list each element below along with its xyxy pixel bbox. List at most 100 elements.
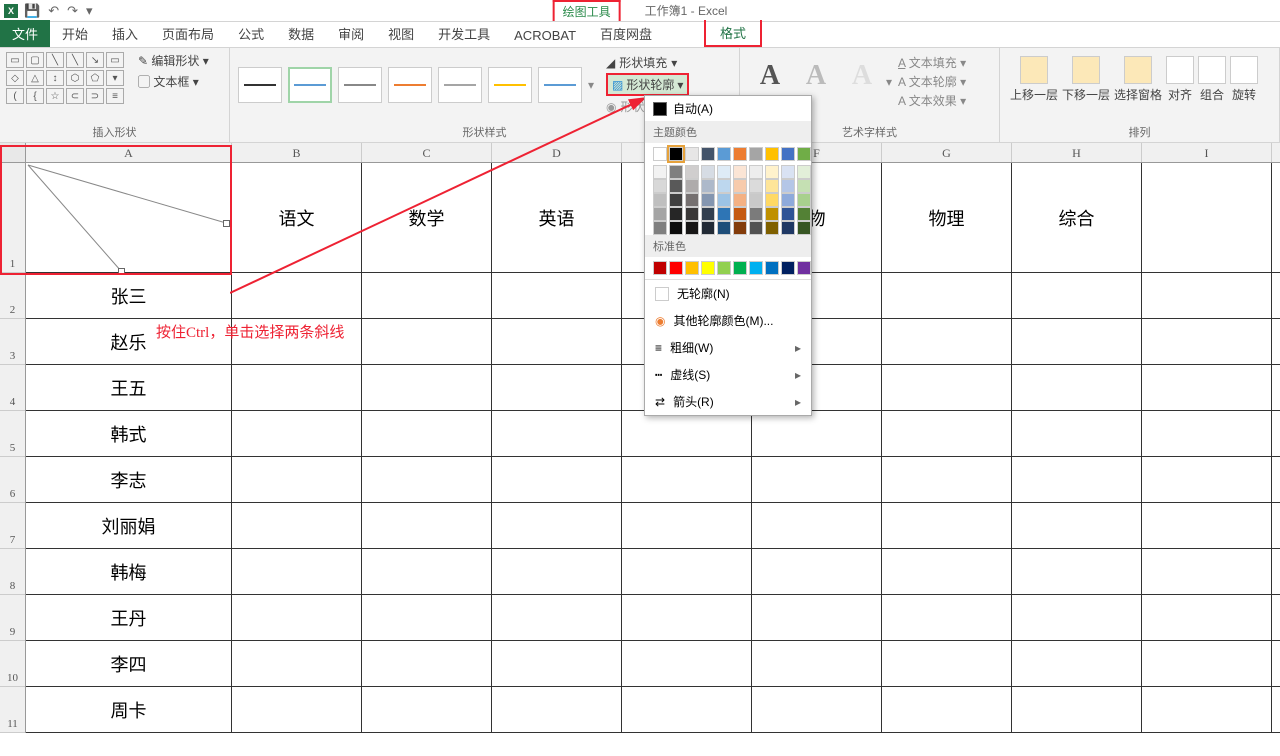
qat-save[interactable]: 💾: [24, 3, 40, 19]
cell[interactable]: [752, 503, 882, 548]
color-swatch[interactable]: [797, 147, 811, 161]
cell[interactable]: [232, 549, 362, 594]
color-swatch[interactable]: [781, 147, 795, 161]
color-swatch[interactable]: [797, 179, 811, 193]
cell[interactable]: 物理: [882, 163, 1012, 272]
text-box-btn[interactable]: ▢ 文本框 ▾: [138, 73, 209, 90]
color-swatch[interactable]: [701, 207, 715, 221]
color-swatch[interactable]: [797, 165, 811, 179]
color-swatch[interactable]: [717, 221, 731, 235]
bring-forward-btn[interactable]: 上移一层: [1010, 56, 1058, 103]
group-btn[interactable]: 组合: [1198, 56, 1226, 103]
cell[interactable]: [492, 641, 622, 686]
cell[interactable]: [752, 457, 882, 502]
color-swatch[interactable]: [669, 261, 683, 275]
cell[interactable]: 综合: [1012, 163, 1142, 272]
color-swatch[interactable]: [781, 165, 795, 179]
cell[interactable]: [622, 687, 752, 732]
row-header-6[interactable]: 6: [0, 457, 25, 503]
color-swatch[interactable]: [701, 165, 715, 179]
cell[interactable]: [492, 319, 622, 364]
shape-gallery[interactable]: ▭▢╲╲↘▭ ◇△↕⬡⬠▾ ({☆⊂⊃≡: [6, 52, 124, 104]
tab-开发工具[interactable]: 开发工具: [426, 20, 502, 47]
cell[interactable]: [882, 549, 1012, 594]
row-header-5[interactable]: 5: [0, 411, 25, 457]
cell[interactable]: [752, 411, 882, 456]
color-swatch[interactable]: [733, 165, 747, 179]
cell[interactable]: 韩式: [26, 411, 232, 456]
color-swatch[interactable]: [749, 165, 763, 179]
cell[interactable]: [1012, 457, 1142, 502]
color-swatch[interactable]: [797, 221, 811, 235]
cell[interactable]: 李志: [26, 457, 232, 502]
col-header-I[interactable]: I: [1142, 143, 1272, 162]
color-swatch[interactable]: [685, 165, 699, 179]
cell[interactable]: 周卡: [26, 687, 232, 732]
cell[interactable]: [232, 457, 362, 502]
cell[interactable]: [362, 595, 492, 640]
cell[interactable]: [752, 595, 882, 640]
color-swatch[interactable]: [733, 207, 747, 221]
cell[interactable]: [1142, 411, 1272, 456]
color-swatch[interactable]: [701, 147, 715, 161]
color-swatch[interactable]: [685, 147, 699, 161]
color-swatch[interactable]: [653, 179, 667, 193]
tab-公式[interactable]: 公式: [226, 20, 276, 47]
cell[interactable]: [1012, 595, 1142, 640]
cell[interactable]: [882, 411, 1012, 456]
cell[interactable]: [232, 595, 362, 640]
color-swatch[interactable]: [685, 179, 699, 193]
color-swatch[interactable]: [717, 165, 731, 179]
color-swatch[interactable]: [781, 179, 795, 193]
cell[interactable]: [1142, 273, 1272, 318]
cell[interactable]: [362, 687, 492, 732]
cell[interactable]: [1012, 687, 1142, 732]
color-swatch[interactable]: [765, 147, 779, 161]
color-swatch[interactable]: [749, 193, 763, 207]
qat-more[interactable]: ▾: [86, 3, 93, 19]
cell[interactable]: [492, 549, 622, 594]
color-swatch[interactable]: [717, 179, 731, 193]
cell[interactable]: [882, 319, 1012, 364]
cell[interactable]: [882, 365, 1012, 410]
cell[interactable]: [492, 273, 622, 318]
align-btn[interactable]: 对齐: [1166, 56, 1194, 103]
cell[interactable]: [882, 503, 1012, 548]
color-swatch[interactable]: [765, 221, 779, 235]
cell[interactable]: [882, 641, 1012, 686]
cell[interactable]: [882, 273, 1012, 318]
color-swatch[interactable]: [717, 193, 731, 207]
row-header-11[interactable]: 11: [0, 687, 25, 733]
cell[interactable]: [1142, 457, 1272, 502]
cell[interactable]: [882, 687, 1012, 732]
color-swatch[interactable]: [781, 193, 795, 207]
cell[interactable]: [1142, 549, 1272, 594]
color-swatch[interactable]: [669, 193, 683, 207]
cell[interactable]: [362, 365, 492, 410]
edit-shape-btn[interactable]: ✎ 编辑形状 ▾: [138, 52, 209, 69]
cell[interactable]: [1012, 503, 1142, 548]
color-swatch[interactable]: [653, 207, 667, 221]
cell[interactable]: 刘丽娟: [26, 503, 232, 548]
cell[interactable]: [232, 365, 362, 410]
cell[interactable]: [232, 411, 362, 456]
shape-style-gallery[interactable]: [236, 65, 584, 105]
color-swatch[interactable]: [685, 207, 699, 221]
cell[interactable]: [362, 503, 492, 548]
color-swatch[interactable]: [669, 165, 683, 179]
tab-file[interactable]: 文件: [0, 20, 50, 47]
text-fill-btn[interactable]: A 文本填充 ▾: [898, 54, 966, 71]
col-header-A[interactable]: A: [26, 143, 232, 162]
spreadsheet[interactable]: ABCDEFGHI 1234567891011 按住Ctrl，单击选择两条斜线 …: [0, 143, 1280, 733]
cell[interactable]: [232, 273, 362, 318]
cell[interactable]: [492, 595, 622, 640]
cell[interactable]: [362, 457, 492, 502]
cell[interactable]: [752, 687, 882, 732]
cell[interactable]: 张三: [26, 273, 232, 318]
cell[interactable]: 王五: [26, 365, 232, 410]
tab-插入[interactable]: 插入: [100, 20, 150, 47]
color-swatch[interactable]: [765, 165, 779, 179]
color-swatch[interactable]: [653, 147, 667, 161]
row-header-4[interactable]: 4: [0, 365, 25, 411]
select-all-corner[interactable]: [0, 143, 26, 162]
